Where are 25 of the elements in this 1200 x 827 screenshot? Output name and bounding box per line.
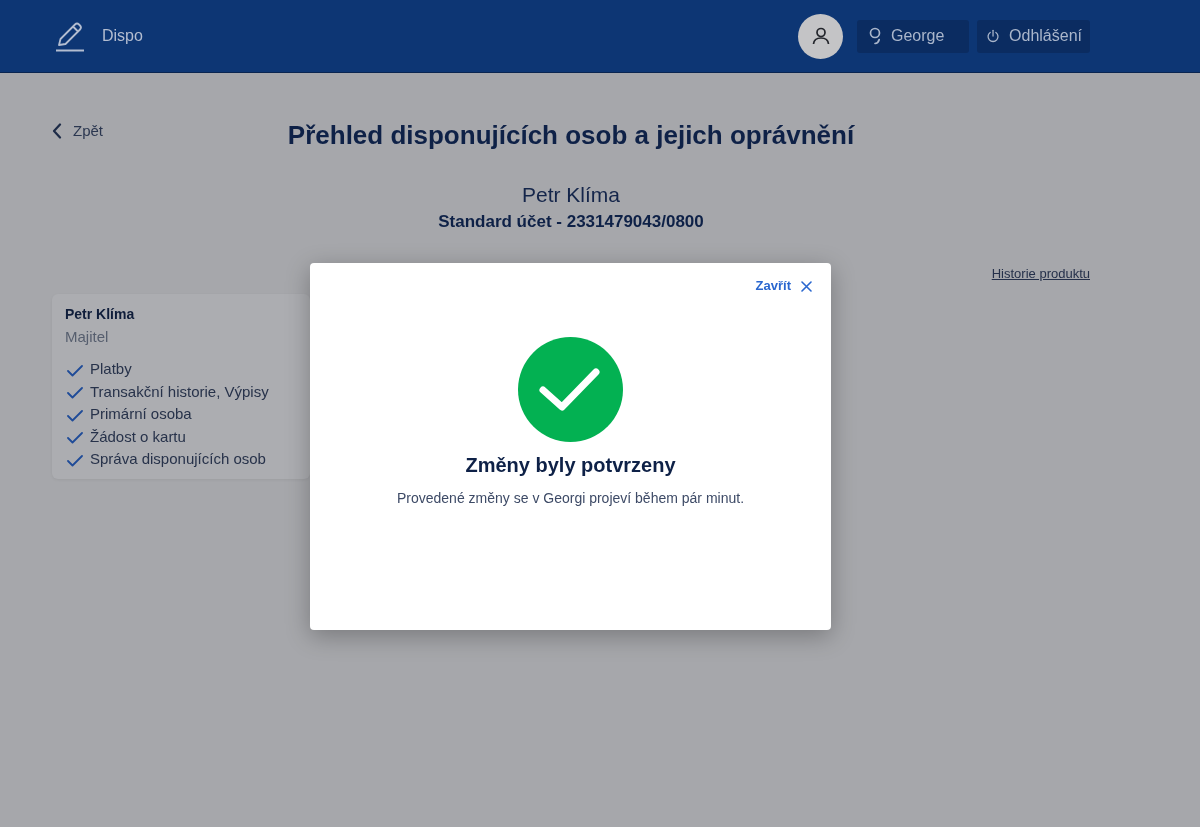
person-icon bbox=[811, 27, 830, 45]
profile-button[interactable] bbox=[798, 13, 843, 59]
page-title: Přehled disponujících osob a jejich oprávnění bbox=[287, 119, 855, 152]
close-icon bbox=[801, 280, 812, 292]
chevron-left-icon bbox=[52, 123, 62, 139]
back-link[interactable]: Zpět bbox=[52, 121, 103, 141]
account-product: Standard účet - 2331479043/0800 bbox=[437, 211, 705, 233]
permission-label: Žádost o kartu bbox=[90, 426, 186, 447]
person-name: Petr Klíma bbox=[65, 305, 136, 323]
permission-label: Transakční historie, Výpisy bbox=[90, 381, 269, 402]
logout-button[interactable]: Odhlášení bbox=[977, 19, 1090, 53]
pencil-icon bbox=[55, 20, 85, 52]
circle-hook-icon bbox=[869, 27, 881, 45]
permission-label: Primární osoba bbox=[90, 404, 192, 425]
power-icon bbox=[987, 27, 1000, 45]
dialog-title: Změny byly potvrzeny bbox=[465, 453, 676, 478]
person-role: Majitel bbox=[65, 327, 110, 347]
permission-label: Platby bbox=[90, 359, 132, 380]
close-link[interactable]: Zavřít bbox=[755, 278, 812, 294]
dialog-message: Provedené změny se v Georgi projeví během pár minut. bbox=[396, 489, 745, 508]
user-button[interactable]: George bbox=[857, 19, 969, 53]
permission-label: Správa disponujících osob bbox=[90, 449, 266, 470]
app-name: Dispo bbox=[102, 26, 143, 46]
account-owner: Petr Klíma bbox=[521, 182, 621, 208]
history-link[interactable]: Historie produktu bbox=[991, 265, 1090, 283]
